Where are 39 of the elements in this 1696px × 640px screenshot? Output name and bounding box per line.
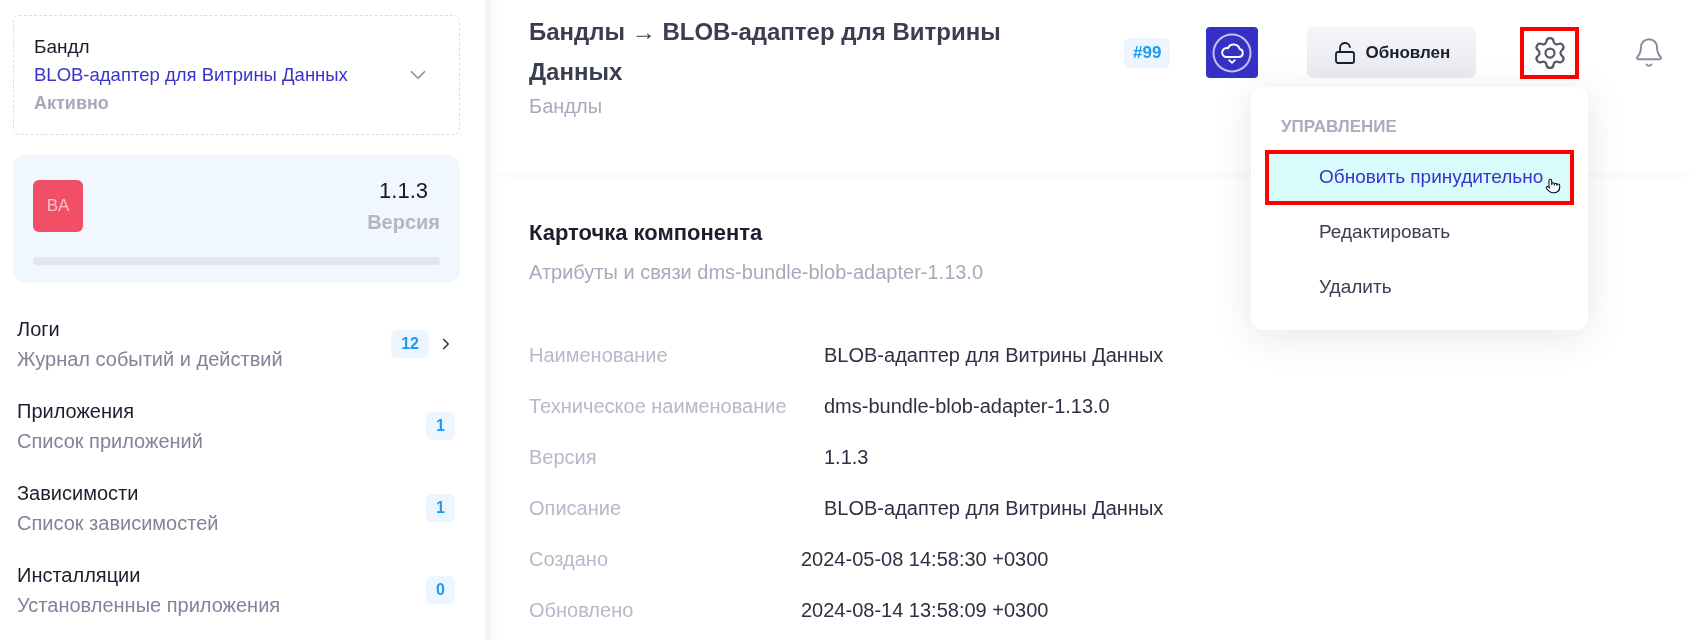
field-value: BLOB-адаптер для Витрины Данных: [824, 342, 1164, 368]
selector-label: Бандл: [34, 35, 90, 59]
count-badge: 1: [426, 494, 455, 522]
menu-item[interactable]: Обновить принудительно: [1265, 150, 1574, 205]
count-badge: 12: [391, 330, 429, 358]
status-button[interactable]: Обновлен: [1307, 27, 1477, 78]
section-title: Карточка компонента: [529, 219, 763, 247]
page-subtitle: Бандлы: [529, 94, 602, 119]
version-number: 1.1.3: [379, 180, 429, 202]
menu-section-label: УПРАВЛЕНИЕ: [1281, 116, 1397, 138]
field-value: 1.1.3: [824, 444, 869, 470]
field-label: Версия: [529, 445, 597, 468]
settings-button[interactable]: [1520, 27, 1580, 79]
section-subtitle: Атрибуты и связи dms-bundle-blob-adapter-1.13.0: [529, 260, 984, 285]
field-value: BLOB-адаптер для Витрины Данных: [824, 495, 1164, 521]
id-badge: #99: [1124, 38, 1171, 68]
hand-cursor-icon: [1545, 176, 1562, 195]
initials-tile: BA: [33, 180, 83, 232]
nav-item[interactable]: Инсталляции Установленные приложения 0: [0, 549, 485, 631]
selected-bundle: BLOB-адаптер для Витрины Данных: [34, 63, 348, 87]
count-badge: 1: [426, 412, 455, 440]
nav-item[interactable]: Приложения Список приложений 1: [0, 385, 485, 467]
unlock-icon: [1333, 40, 1358, 65]
nav-item[interactable]: Зависимости Список зависимостей 1: [0, 467, 485, 549]
field-value: dms-bundle-blob-adapter-1.13.0: [824, 393, 1110, 419]
page-title: Бандлы → BLOB-адаптер для Витрины Данных: [529, 17, 1002, 87]
field-label: Наименование: [529, 343, 668, 366]
field-label: Создано: [529, 547, 609, 570]
field-value: 2024-08-14 13:58:09 +0300: [801, 597, 1049, 623]
status-text: Активно: [34, 92, 109, 115]
version-label: Версия: [367, 210, 440, 235]
nav-item[interactable]: Логи Журнал событий и действий 12: [0, 303, 485, 385]
cloud-icon: [1212, 32, 1253, 73]
count-badge: 0: [426, 576, 455, 604]
field-label: Обновлено: [529, 598, 634, 621]
field-label: Техническое наименование: [529, 394, 787, 417]
field-value: 2024-05-08 14:58:30 +0300: [801, 546, 1049, 572]
cloud-button[interactable]: [1206, 27, 1259, 78]
field-label: Описание: [529, 496, 622, 519]
